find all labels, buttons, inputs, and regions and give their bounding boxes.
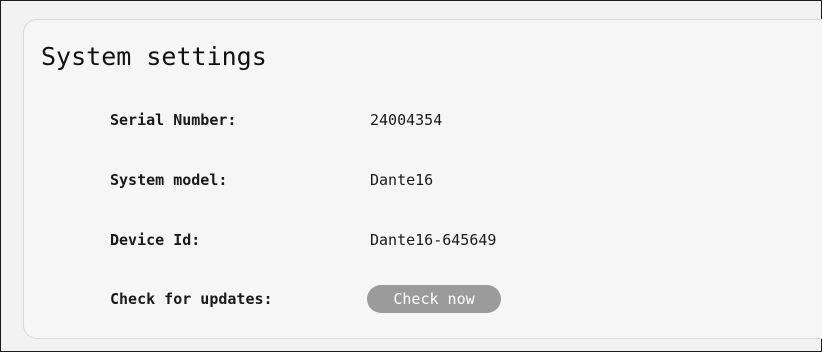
device-id-label: Device Id:: [110, 231, 201, 249]
check-now-button[interactable]: Check now: [367, 285, 501, 313]
system-model-label: System model:: [110, 171, 228, 189]
device-id-value: Dante16-645649: [370, 231, 497, 249]
page-title: System settings: [41, 42, 267, 71]
check-for-updates-label: Check for updates:: [110, 290, 273, 308]
system-model-value: Dante16: [370, 171, 434, 189]
serial-number-value: 24004354: [370, 111, 443, 129]
serial-number-label: Serial Number:: [110, 111, 237, 129]
